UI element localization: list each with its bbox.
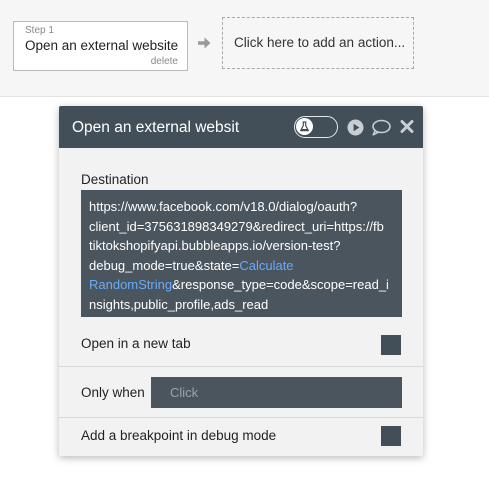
step-number-label: Step 1 xyxy=(25,25,54,36)
arrow-right-icon xyxy=(198,37,211,49)
breakpoint-label: Add a breakpoint in debug mode xyxy=(81,428,277,443)
step-card[interactable]: Step 1 Open an external website delete xyxy=(13,21,188,71)
panel-title: Open an external websit xyxy=(72,119,240,136)
workflow-strip: Step 1 Open an external website delete C… xyxy=(0,0,489,97)
destination-line: client_id=375631898349279&redirect_uri=h… xyxy=(89,218,384,234)
add-action-label: Click here to add an action... xyxy=(234,35,406,50)
divider xyxy=(59,417,423,418)
dynamic-expression[interactable]: RandomString xyxy=(89,277,172,292)
new-tab-checkbox[interactable] xyxy=(381,335,401,355)
close-icon[interactable] xyxy=(400,119,414,134)
destination-line: debug_mode=true&state=Calculate xyxy=(89,256,394,276)
play-icon[interactable] xyxy=(347,119,364,136)
only-when-label: Only when xyxy=(81,385,145,400)
comment-icon[interactable] xyxy=(371,119,391,136)
delete-step-link[interactable]: delete xyxy=(151,56,178,67)
destination-line: https://www.facebook.com/v18.0/dialog/oa… xyxy=(89,199,358,214)
breakpoint-checkbox[interactable] xyxy=(381,426,401,446)
destination-line: RandomString&response_type=code&scope=re… xyxy=(89,275,394,295)
step-title: Open an external website xyxy=(25,38,179,53)
destination-text: &response_type=code&scope=read_i xyxy=(172,277,389,292)
destination-label: Destination xyxy=(81,172,149,187)
flask-icon xyxy=(300,121,309,132)
dynamic-expression[interactable]: Calculate xyxy=(239,258,293,273)
destination-text: debug_mode=true&state= xyxy=(89,257,240,273)
toggle-knob xyxy=(296,118,313,135)
divider xyxy=(59,366,423,367)
destination-line: nsights,public_profile,ads_read xyxy=(89,296,269,312)
new-tab-label: Open in a new tab xyxy=(81,336,191,351)
destination-line: tiktokshopifyapi.bubbleapps.io/version-t… xyxy=(89,238,341,253)
action-panel: Open an external websit Destination http… xyxy=(59,106,423,456)
only-when-input[interactable] xyxy=(151,377,402,408)
destination-input[interactable]: https://www.facebook.com/v18.0/dialog/oa… xyxy=(81,190,402,317)
add-action-button[interactable]: Click here to add an action... xyxy=(222,17,414,69)
debug-toggle[interactable] xyxy=(294,116,338,138)
panel-header: Open an external websit xyxy=(59,106,423,148)
